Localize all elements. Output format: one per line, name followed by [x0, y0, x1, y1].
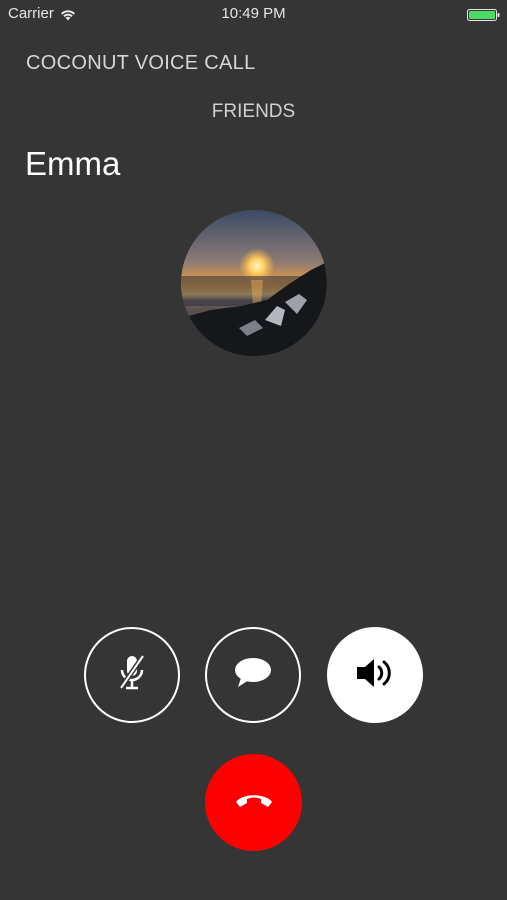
battery-icon [467, 8, 501, 21]
contact-name: Emma [25, 145, 121, 182]
contact-group-label: FRIENDS [211, 101, 296, 122]
hangup-button[interactable] [205, 754, 302, 851]
chat-bubble-icon [233, 656, 273, 695]
status-time: 10:49 PM [221, 5, 286, 22]
message-button[interactable] [205, 627, 301, 723]
speaker-icon [355, 656, 395, 695]
contact-avatar [181, 210, 327, 356]
phone-hangup-icon [234, 790, 274, 815]
microphone-muted-icon [118, 653, 146, 698]
app-title: COCONUT VOICE CALL [26, 52, 256, 74]
status-bar: Carrier 10:49 PM [0, 0, 507, 28]
speaker-button[interactable] [327, 627, 423, 723]
mute-button[interactable] [84, 627, 180, 723]
